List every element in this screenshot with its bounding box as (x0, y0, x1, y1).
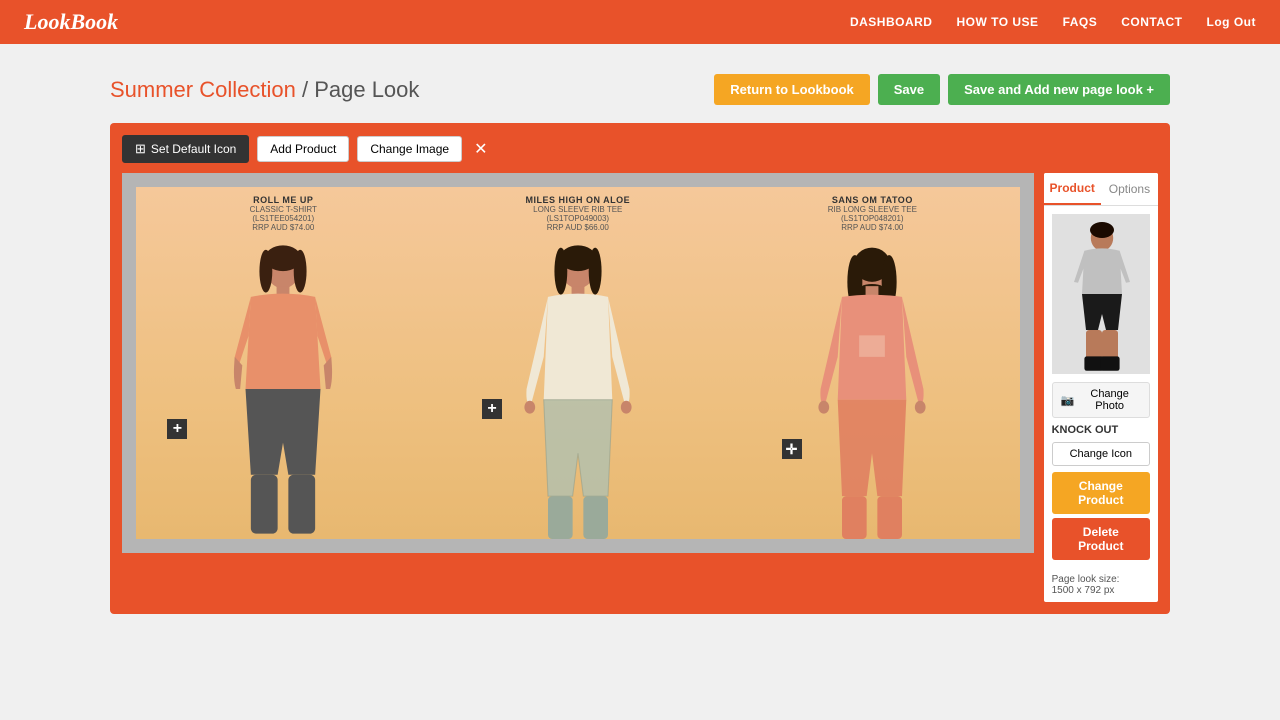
collection-name: Summer Collection (110, 77, 296, 102)
header: LookBook DASHBOARD HOW TO USE FAQS CONTA… (0, 0, 1280, 44)
logout-button[interactable]: Log Out (1207, 15, 1256, 29)
editor-main: ROLL ME UP CLASSIC T-SHIRT (LS1TEE054201… (122, 173, 1158, 602)
title-row: Summer Collection / Page Look Return to … (110, 74, 1170, 105)
close-icon[interactable]: ✕ (474, 139, 487, 159)
figure-2-svg (518, 239, 638, 539)
save-button[interactable]: Save (878, 74, 940, 105)
breadcrumb-separator: / (302, 77, 314, 102)
right-panel: Product Options (1044, 173, 1158, 602)
tab-product[interactable]: Product (1044, 173, 1101, 205)
main-nav: DASHBOARD HOW TO USE FAQS CONTACT Log Ou… (850, 15, 1256, 29)
camera-icon: 📷 (1061, 394, 1075, 407)
plus-marker-2[interactable]: + (482, 399, 502, 419)
page-look-label: Page Look (314, 77, 419, 102)
add-product-button[interactable]: Add Product (257, 136, 349, 162)
toolbar: ⊞ Set Default Icon Add Product Change Im… (122, 135, 1158, 163)
figure-1-svg (223, 239, 343, 539)
plus-marker-3[interactable]: ✛ (782, 439, 802, 459)
page-title: Summer Collection / Page Look (110, 77, 419, 103)
canvas-inner: ROLL ME UP CLASSIC T-SHIRT (LS1TEE054201… (136, 187, 1020, 539)
nav-contact[interactable]: CONTACT (1121, 15, 1182, 29)
delete-product-button[interactable]: Delete Product (1052, 518, 1150, 560)
figure-3-svg (812, 239, 932, 539)
change-icon-button[interactable]: Change Icon (1052, 442, 1150, 466)
silhouettes: + (136, 187, 1020, 539)
nav-how-to-use[interactable]: HOW TO USE (956, 15, 1038, 29)
figure-1: + (137, 239, 429, 539)
set-default-icon-button[interactable]: ⊞ Set Default Icon (122, 135, 249, 163)
nav-faqs[interactable]: FAQS (1063, 15, 1098, 29)
knockout-label: KNOCK OUT (1044, 418, 1158, 442)
editor-area: ⊞ Set Default Icon Add Product Change Im… (110, 123, 1170, 614)
grid-icon: ⊞ (135, 141, 146, 157)
tab-options[interactable]: Options (1101, 173, 1158, 205)
save-add-button[interactable]: Save and Add new page look + (948, 74, 1170, 105)
change-photo-button[interactable]: 📷 Change Photo (1052, 382, 1150, 418)
figure-3: ✛ (727, 239, 1019, 539)
plus-marker-1[interactable]: + (167, 419, 187, 439)
content-area: Summer Collection / Page Look Return to … (90, 44, 1190, 634)
panel-tabs: Product Options (1044, 173, 1158, 206)
product-thumbnail (1052, 214, 1150, 374)
canvas-area: ROLL ME UP CLASSIC T-SHIRT (LS1TEE054201… (122, 173, 1034, 553)
change-image-button[interactable]: Change Image (357, 136, 462, 162)
nav-dashboard[interactable]: DASHBOARD (850, 15, 933, 29)
logo: LookBook (24, 9, 118, 35)
product-image-area (1044, 206, 1158, 382)
title-actions: Return to Lookbook Save Save and Add new… (714, 74, 1170, 105)
figure-2: + (432, 239, 724, 539)
product-thumb-svg (1052, 214, 1150, 374)
return-to-lookbook-button[interactable]: Return to Lookbook (714, 74, 870, 105)
change-product-button[interactable]: Change Product (1052, 472, 1150, 514)
page-size-info: Page look size: 1500 x 792 px (1044, 568, 1158, 602)
